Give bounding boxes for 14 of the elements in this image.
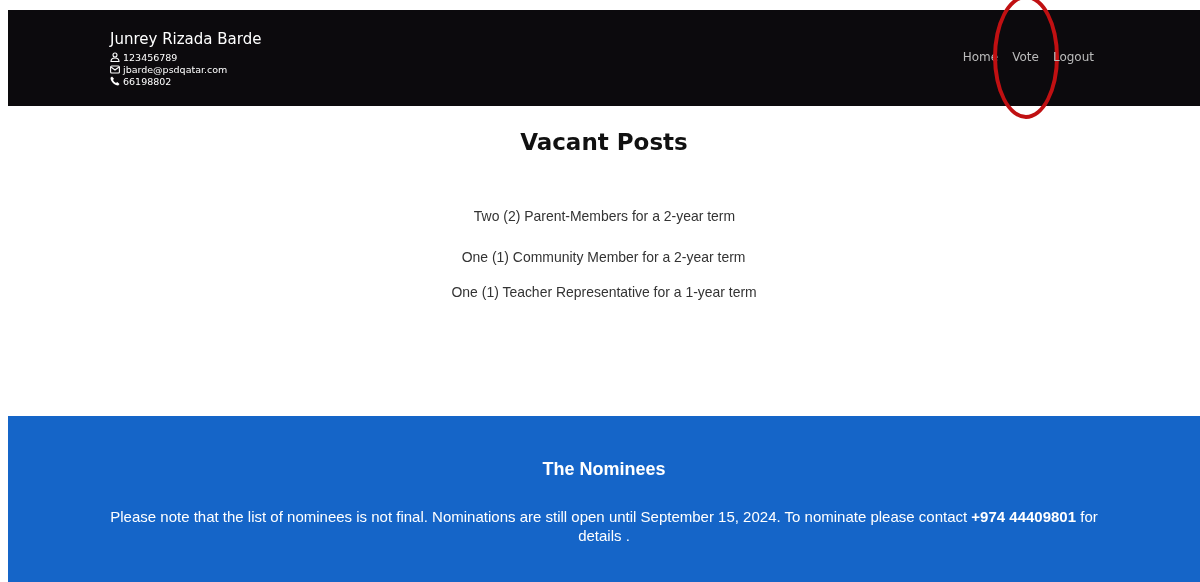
section-title: Vacant Posts (520, 129, 688, 155)
post-item: One (1) Community Member for a 2-year term (462, 248, 746, 265)
user-name: Junrey Rizada Barde (110, 29, 262, 48)
user-email: jbarde@psdqatar.com (123, 63, 228, 75)
nav-link[interactable]: Vote (1012, 50, 1039, 64)
phone-icon (110, 76, 120, 86)
nominees-note: Please note that the list of nominees is not final. Nominations are still open until September 15, 2024. To nominate please contact +974 44409801 for details . (109, 507, 1099, 545)
person-icon (110, 52, 120, 62)
section-title: The Nominees (542, 459, 666, 480)
post-item: One (1) Teacher Representative for a 1-year term (451, 283, 757, 300)
user-phone: 66198802 (123, 75, 172, 87)
mail-icon (110, 64, 120, 74)
post-item: Two (2) Parent-Members for a 2-year term (473, 207, 735, 224)
user-id: 123456789 (123, 51, 178, 63)
